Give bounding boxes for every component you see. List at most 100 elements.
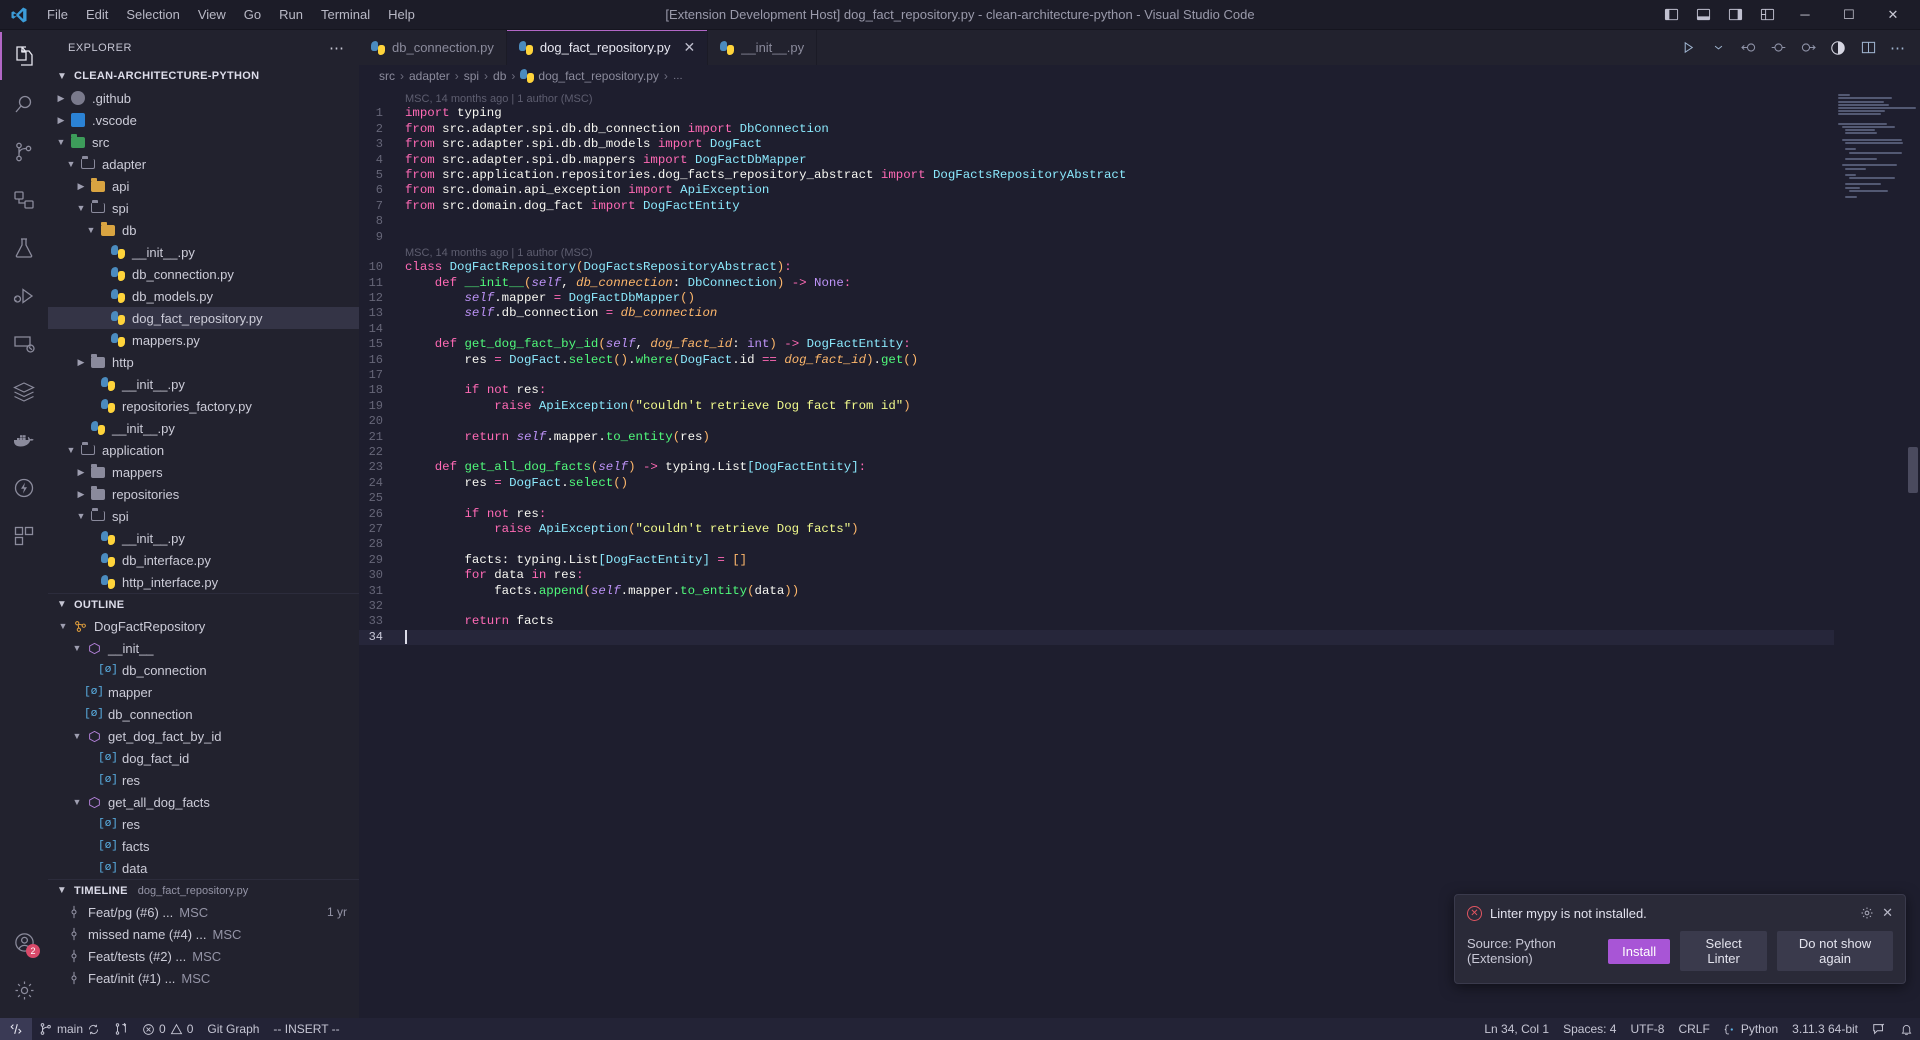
status-interpreter[interactable]: 3.11.3 64-bit [1785, 1018, 1865, 1040]
editor-tab-db-connection-py[interactable]: db_connection.py [359, 30, 507, 65]
activitybar-thunder-client[interactable] [0, 464, 48, 512]
activitybar-testing[interactable] [0, 224, 48, 272]
chevron-right-icon[interactable]: ▶ [74, 489, 88, 500]
code-line[interactable]: 23 def get_all_dog_facts(self) -> typing… [359, 460, 1834, 475]
chevron-right-icon[interactable]: ▶ [54, 93, 68, 104]
explorer-item-mappers[interactable]: ▶ mappers [48, 461, 359, 483]
code-line[interactable]: 27 raise ApiException("couldn't retrieve… [359, 522, 1834, 537]
status-indentation[interactable]: Spaces: 4 [1556, 1018, 1623, 1040]
step-icon[interactable] [1764, 33, 1792, 63]
editor-scrollbar[interactable] [1906, 87, 1920, 1018]
code-line[interactable]: 19 raise ApiException("couldn't retrieve… [359, 399, 1834, 414]
activitybar-docker[interactable] [0, 416, 48, 464]
maximize-window-button[interactable]: ☐ [1828, 0, 1870, 30]
toggle-primary-sidebar-icon[interactable] [1656, 1, 1686, 29]
activitybar-database[interactable] [0, 368, 48, 416]
chevron-right-icon[interactable]: ▶ [54, 115, 68, 126]
explorer-item-http-interface-py[interactable]: http_interface.py [48, 571, 359, 593]
code-line[interactable]: 29 facts: typing.List[DogFactEntity] = [… [359, 553, 1834, 568]
code-line[interactable]: 25 [359, 491, 1834, 506]
chevron-down-icon[interactable]: ▼ [84, 225, 98, 235]
explorer-item-init-py[interactable]: __init__.py [48, 527, 359, 549]
activitybar-settings-gear[interactable] [0, 966, 48, 1014]
status-remote-indicator[interactable] [0, 1018, 32, 1040]
close-window-button[interactable]: ✕ [1872, 0, 1914, 30]
code-line[interactable]: 6 from src.domain.api_exception import Ap… [359, 183, 1834, 198]
chevron-down-icon[interactable] [1704, 33, 1732, 63]
timeline-section-header[interactable]: ▼ TIMELINE dog_fact_repository.py [48, 879, 359, 901]
menu-file[interactable]: File [38, 3, 77, 26]
chevron-down-icon[interactable]: ▼ [56, 621, 70, 631]
status-problems[interactable]: 0 0 [135, 1018, 200, 1040]
status-encoding[interactable]: UTF-8 [1623, 1018, 1671, 1040]
outline-item-get-dog-fact-by-id[interactable]: ▼ get_dog_fact_by_id [48, 725, 359, 747]
menu-terminal[interactable]: Terminal [312, 3, 379, 26]
timeline-item[interactable]: Feat/tests (#2) ... MSC [48, 945, 359, 967]
explorer-item-mappers-py[interactable]: mappers.py [48, 329, 359, 351]
code-line[interactable]: 10 class DogFactRepository(DogFactsReposi… [359, 260, 1834, 275]
code-editor[interactable]: MSC, 14 months ago | 1 author (MSC) 1 impo… [359, 87, 1920, 1018]
chevron-down-icon[interactable]: ▼ [64, 445, 78, 455]
code-line[interactable]: 8 [359, 214, 1834, 229]
breadcrumb-db[interactable]: db [493, 69, 506, 83]
chevron-right-icon[interactable]: ▶ [74, 467, 88, 478]
explorer-item-application[interactable]: ▼ application [48, 439, 359, 461]
code-line[interactable]: 20 [359, 414, 1834, 429]
code-line[interactable]: 15 def get_dog_fact_by_id(self, dog_fact… [359, 337, 1834, 352]
activitybar-search[interactable] [0, 80, 48, 128]
explorer-item-init-py[interactable]: __init__.py [48, 241, 359, 263]
status-vim-mode[interactable]: -- INSERT -- [266, 1018, 346, 1040]
code-line[interactable]: 4 from src.adapter.spi.db.mappers import … [359, 153, 1834, 168]
activitybar-accounts[interactable]: 2 [0, 918, 48, 966]
explorer-item-repositories-factory-py[interactable]: repositories_factory.py [48, 395, 359, 417]
outline-item-db-connection[interactable]: [ø] db_connection [48, 659, 359, 681]
install-button[interactable]: Install [1608, 938, 1671, 964]
notification-gear-icon[interactable] [1860, 906, 1874, 920]
menu-bar[interactable]: File Edit Selection View Go Run Terminal… [38, 3, 424, 26]
code-line[interactable]: 11 def __init__(self, db_connection: DbC… [359, 276, 1834, 291]
code-line[interactable]: 18 if not res: [359, 383, 1834, 398]
explorer-item-db[interactable]: ▼ db [48, 219, 359, 241]
explorer-item-adapter[interactable]: ▼ adapter [48, 153, 359, 175]
menu-run[interactable]: Run [270, 3, 312, 26]
code-line[interactable]: 7 from src.domain.dog_fact import DogFact… [359, 199, 1834, 214]
select-linter-button[interactable]: Select Linter [1680, 931, 1768, 971]
code-line[interactable]: 28 [359, 537, 1834, 552]
menu-go[interactable]: Go [235, 3, 270, 26]
menu-edit[interactable]: Edit [77, 3, 117, 26]
chevron-right-icon[interactable]: ▶ [74, 357, 88, 368]
outline-item-init[interactable]: ▼ __init__ [48, 637, 359, 659]
run-python-file-icon[interactable] [1674, 33, 1702, 63]
timeline-item[interactable]: Feat/pg (#6) ... MSC 1 yr [48, 901, 359, 923]
code-line[interactable]: 3 from src.adapter.spi.db.db_models impor… [359, 137, 1834, 152]
activitybar-remote-window[interactable] [0, 320, 48, 368]
explorer-item-github[interactable]: ▶ .github [48, 87, 359, 109]
breadcrumb-file[interactable]: dog_fact_repository.py [520, 69, 659, 83]
step-back-icon[interactable] [1734, 33, 1762, 63]
breadcrumb-src[interactable]: src [379, 69, 395, 83]
explorer-item-init-py[interactable]: __init__.py [48, 373, 359, 395]
status-git-compare[interactable] [107, 1018, 135, 1040]
status-cursor-position[interactable]: Ln 34, Col 1 [1477, 1018, 1556, 1040]
explorer-item-http[interactable]: ▶ http [48, 351, 359, 373]
breadcrumb-symbol-ellipsis[interactable]: … [673, 71, 683, 82]
status-language-mode[interactable]: Python [1717, 1018, 1785, 1040]
timeline-item[interactable]: Feat/init (#1) ... MSC [48, 967, 359, 989]
code-line[interactable]: 32 [359, 599, 1834, 614]
explorer-item-db-models-py[interactable]: db_models.py [48, 285, 359, 307]
code-line[interactable]: 1 import typing [359, 106, 1834, 121]
status-branch[interactable]: main [32, 1018, 107, 1040]
explorer-item-spi[interactable]: ▼ spi [48, 197, 359, 219]
explorer-root-folder[interactable]: ▼ CLEAN-ARCHITECTURE-PYTHON [48, 65, 359, 87]
chevron-down-icon[interactable]: ▼ [74, 203, 88, 213]
code-line[interactable]: 22 [359, 445, 1834, 460]
code-line[interactable]: 17 [359, 368, 1834, 383]
code-line[interactable]: 16 res = DogFact.select().where(DogFact.… [359, 353, 1834, 368]
status-eol[interactable]: CRLF [1671, 1018, 1716, 1040]
breadcrumb-adapter[interactable]: adapter [409, 69, 450, 83]
code-line[interactable]: 21 return self.mapper.to_entity(res) [359, 430, 1834, 445]
explorer-item-vscode[interactable]: ▶ .vscode [48, 109, 359, 131]
editor-tab-dog-fact-repository-py[interactable]: dog_fact_repository.py ✕ [506, 30, 709, 65]
toggle-secondary-sidebar-icon[interactable] [1720, 1, 1750, 29]
code-line[interactable]: 24 res = DogFact.select() [359, 476, 1834, 491]
